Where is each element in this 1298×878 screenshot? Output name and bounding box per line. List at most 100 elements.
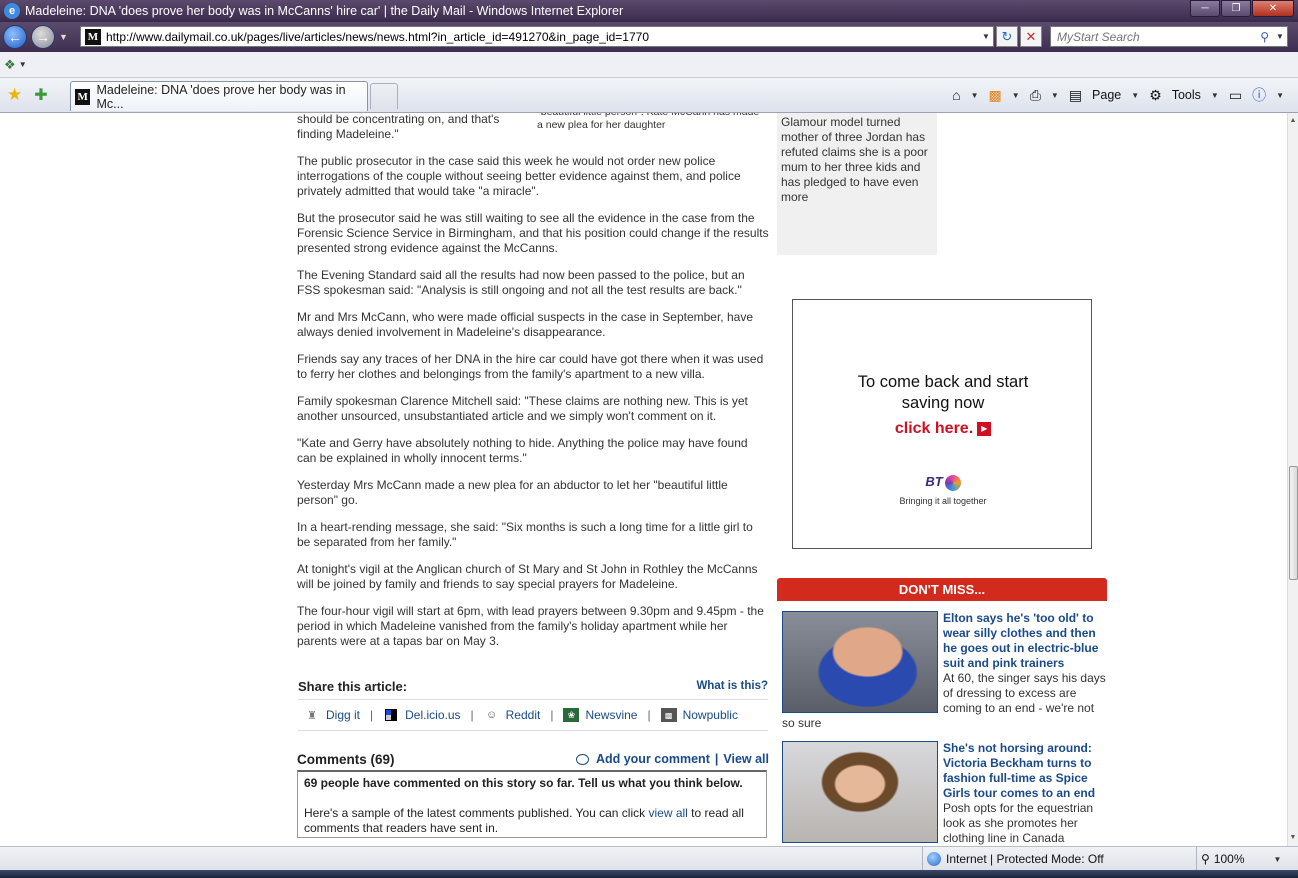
command-bar: ⌂ ▼ ▩ ▼ ⎙ ▼ ▤ Page ▼ ⚙ Tools ▼ ▭ ⓘ ▼ [952,85,1284,105]
ad-tagline: Bringing it all together [899,496,987,506]
address-dropdown-icon[interactable]: ▼ [979,32,993,41]
maximize-button[interactable]: ❐ [1221,0,1251,17]
share-digg[interactable]: ♜ Digg it [304,708,360,722]
back-button[interactable]: ← [3,25,27,49]
forward-arrow-icon: → [36,29,50,45]
share-separator: | [550,708,554,722]
new-tab-button[interactable] [370,83,398,109]
share-label[interactable]: Del.icio.us [405,708,460,722]
view-all-inline-link[interactable]: view all [648,806,687,820]
feeds-icon[interactable]: ▩ [989,87,1002,104]
elton-thumbnail[interactable] [782,611,938,713]
image-caption: "beautiful little person": Kate McCann h… [537,113,759,131]
comments-sample-text: Here's a sample of the latest comments p… [304,806,760,836]
delicious-icon [383,708,399,722]
toolbar-dropdown-icon[interactable]: ▼ [16,60,30,69]
refresh-button[interactable]: ↻ [996,26,1018,47]
ie-logo-icon: e [4,3,20,19]
article-paragraph: "Kate and Gerry have absolutely nothing … [297,436,748,465]
address-bar[interactable]: M http://www.dailymail.co.uk/pages/live/… [80,26,994,47]
site-favicon-icon: M [85,28,101,45]
window-titlebar: e Madeleine: DNA 'does prove her body wa… [0,0,1298,22]
share-nowpublic[interactable]: ▩ Nowpublic [660,708,738,722]
stop-icon: ✕ [1025,28,1037,44]
zoom-control[interactable]: ⚲ 100% ▼ [1196,847,1285,871]
sample-text-before: Here's a sample of the latest comments p… [304,806,649,820]
dont-miss-item[interactable]: Elton says he's 'too old' to wear silly … [782,611,1107,731]
home-dropdown-icon[interactable]: ▼ [971,91,979,100]
article-paragraph: The four-hour vigil will start at 6pm, w… [297,604,764,648]
print-dropdown-icon[interactable]: ▼ [1051,91,1059,100]
newsvine-icon: ❀ [563,708,580,722]
ad-click-label[interactable]: click here. [895,420,973,437]
back-arrow-icon: ← [8,29,22,45]
scroll-up-arrow[interactable]: ▲ [1288,113,1298,129]
add-favorites-icon[interactable]: ✚ [34,85,47,105]
beckham-thumbnail[interactable] [782,741,938,843]
add-comment-link[interactable]: Add your comment [596,752,710,766]
share-label[interactable]: Reddit [506,708,541,722]
dont-miss-item[interactable]: She's not horsing around: Victoria Beckh… [782,741,1107,846]
share-label[interactable]: Digg it [326,708,360,722]
search-input[interactable] [1051,29,1261,44]
share-label[interactable]: Newsvine [585,708,637,722]
home-icon[interactable]: ⌂ [952,87,960,103]
ad-line1: To come back and start [857,373,1029,391]
help-icon[interactable]: ⓘ [1252,85,1266,105]
close-button[interactable]: ✕ [1252,0,1294,17]
article-paragraph: The public prosecutor in the case said t… [297,154,741,198]
related-story-text[interactable]: Glamour model turned mother of three Jor… [781,115,928,204]
share-newsvine[interactable]: ❀ Newsvine [563,708,637,722]
help-dropdown-icon[interactable]: ▼ [1276,91,1284,100]
share-reddit[interactable]: ☺ Reddit [484,708,541,722]
share-delicious[interactable]: Del.icio.us [383,708,461,722]
zoom-icon: ⚲ [1201,852,1210,866]
article-paragraph: Family spokesman Clarence Mitchell said:… [297,394,748,423]
print-icon[interactable]: ⎙ [1030,87,1041,104]
zone-label: Internet | Protected Mode: Off [946,852,1104,866]
favorites-star-icon[interactable]: ★ [7,85,22,105]
related-story-box[interactable]: Glamour model turned mother of three Jor… [777,113,937,255]
bt-brand: BT [925,474,943,489]
tab-active[interactable]: M Madeleine: DNA 'does prove her body wa… [70,81,368,111]
search-box[interactable]: ⚲ ▼ [1050,26,1288,47]
address-url[interactable]: http://www.dailymail.co.uk/pages/live/ar… [106,30,979,44]
feeds-dropdown-icon[interactable]: ▼ [1012,91,1020,100]
forward-button[interactable]: → [31,25,55,49]
what-is-this-link[interactable]: What is this? [696,680,768,692]
stop-button[interactable]: ✕ [1020,26,1042,47]
share-label[interactable]: Nowpublic [683,708,738,722]
tab-favicon-icon: M [75,88,91,105]
history-dropdown-button[interactable]: ▼ [59,32,68,42]
article-paragraph: In a heart-rending message, she said: "S… [297,520,753,549]
window-controls: ─ ❐ ✕ [1190,0,1294,17]
refresh-icon: ↻ [1001,28,1013,44]
article-paragraph: should be concentrating on, and that's f… [297,113,500,141]
share-title: Share this article: [298,678,408,694]
comments-header: Comments (69) Add your comment | View al… [297,749,769,769]
toolbar-row: ❖ ▼ [0,52,1298,78]
tools-dropdown-icon[interactable]: ▼ [1211,91,1219,100]
share-links: ♜ Digg it | Del.icio.us | ☺ Reddit | ❀ News… [298,699,768,731]
page-dropdown-icon[interactable]: ▼ [1131,91,1139,100]
zoom-level[interactable]: 100% [1214,852,1245,866]
article-body: should be concentrating on, and that's f… [297,113,769,661]
bt-advert[interactable]: To come back and start saving now click … [792,299,1092,549]
page-menu-button[interactable]: Page [1092,88,1121,102]
share-separator: | [647,708,651,722]
tools-menu-button[interactable]: Tools [1172,88,1201,102]
research-icon[interactable]: ▭ [1229,87,1242,104]
vertical-scrollbar[interactable]: ▲ ▼ [1287,113,1298,846]
view-all-link[interactable]: View all [723,752,769,766]
search-icon[interactable]: ⚲ [1260,30,1269,44]
scrollbar-thumb[interactable] [1289,466,1298,580]
security-zone[interactable]: Internet | Protected Mode: Off [922,847,1104,871]
zoom-dropdown-icon[interactable]: ▼ [1271,855,1285,864]
translate-toolbar-icon[interactable]: ❖ [4,57,16,73]
article-paragraph: At tonight's vigil at the Anglican churc… [297,562,758,591]
minimize-button[interactable]: ─ [1190,0,1220,17]
ad-click-link[interactable]: click here. ▶ [793,420,1093,438]
scroll-down-arrow[interactable]: ▼ [1288,830,1298,846]
search-options-dropdown-icon[interactable]: ▼ [1273,32,1287,41]
share-separator: | [370,708,374,722]
